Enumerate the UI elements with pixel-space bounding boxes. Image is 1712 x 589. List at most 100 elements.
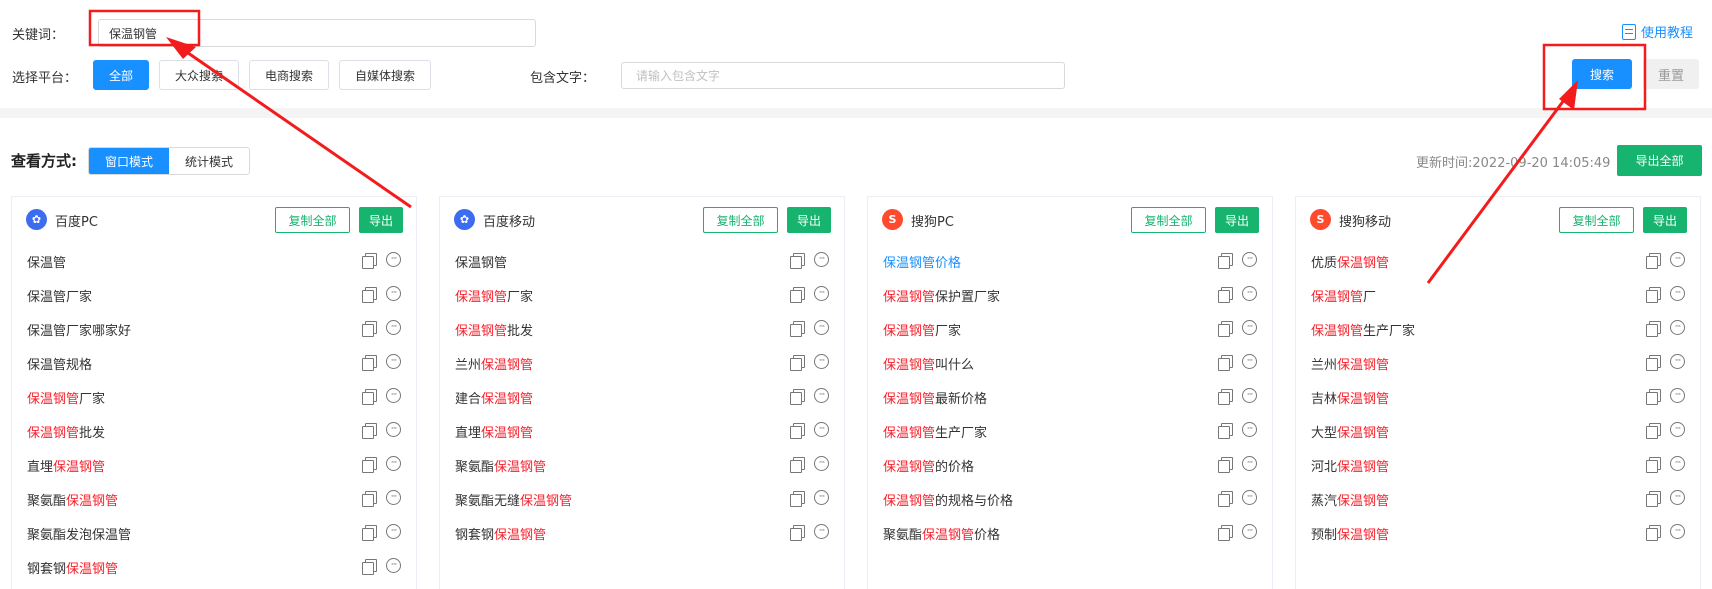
more-options-icon[interactable]: ··· (1670, 456, 1685, 471)
copy-icon[interactable] (362, 389, 377, 405)
more-options-icon[interactable]: ··· (814, 422, 829, 437)
more-options-icon[interactable]: ··· (1242, 524, 1257, 539)
more-options-icon[interactable]: ··· (1670, 286, 1685, 301)
copy-icon[interactable] (362, 355, 377, 371)
keyword-input[interactable]: 保温钢管 (98, 19, 536, 47)
copy-icon[interactable] (790, 287, 805, 303)
copy-icon[interactable] (790, 491, 805, 507)
copy-icon[interactable] (790, 253, 805, 269)
more-options-icon[interactable]: ··· (1670, 490, 1685, 505)
more-options-icon[interactable]: ··· (386, 354, 401, 369)
copy-icon[interactable] (1646, 321, 1661, 337)
copy-icon[interactable] (1646, 355, 1661, 371)
copy-icon[interactable] (1646, 287, 1661, 303)
platform-option-all[interactable]: 全部 (93, 60, 149, 90)
copy-icon[interactable] (1646, 253, 1661, 269)
more-options-icon[interactable]: ··· (814, 456, 829, 471)
view-mode-window[interactable]: 窗口模式 (89, 148, 170, 174)
copy-all-button[interactable]: 复制全部 (1559, 207, 1634, 233)
copy-icon[interactable] (362, 559, 377, 575)
copy-icon[interactable] (790, 321, 805, 337)
more-options-icon[interactable]: ··· (386, 558, 401, 573)
panel-header: S 搜狗移动 复制全部 导出 (1296, 197, 1700, 243)
include-text-input[interactable]: 请输入包含文字 (621, 62, 1065, 89)
more-options-icon[interactable]: ··· (386, 422, 401, 437)
more-options-icon[interactable]: ··· (1242, 286, 1257, 301)
copy-icon[interactable] (1646, 423, 1661, 439)
export-button[interactable]: 导出 (787, 207, 831, 233)
more-options-icon[interactable]: ··· (1670, 422, 1685, 437)
copy-icon[interactable] (790, 355, 805, 371)
more-options-icon[interactable]: ··· (1670, 388, 1685, 403)
copy-icon[interactable] (1218, 525, 1233, 541)
keyword-highlight: 保温钢管 (1311, 324, 1364, 339)
keyword-text[interactable]: 保温钢管价格 (883, 252, 961, 271)
more-options-icon[interactable]: ··· (814, 490, 829, 505)
more-options-icon[interactable]: ··· (814, 354, 829, 369)
copy-all-button[interactable]: 复制全部 (703, 207, 778, 233)
export-button[interactable]: 导出 (359, 207, 403, 233)
copy-icon[interactable] (1218, 457, 1233, 473)
more-options-icon[interactable]: ··· (1670, 354, 1685, 369)
more-options-icon[interactable]: ··· (814, 388, 829, 403)
more-options-icon[interactable]: ··· (814, 320, 829, 335)
copy-icon[interactable] (1218, 253, 1233, 269)
more-options-icon[interactable]: ··· (1242, 456, 1257, 471)
more-options-icon[interactable]: ··· (814, 524, 829, 539)
export-button[interactable]: 导出 (1215, 207, 1259, 233)
copy-icon[interactable] (362, 491, 377, 507)
more-options-icon[interactable]: ··· (386, 456, 401, 471)
copy-icon[interactable] (1646, 457, 1661, 473)
copy-icon[interactable] (790, 525, 805, 541)
copy-icon[interactable] (1218, 321, 1233, 337)
reset-button[interactable]: 重置 (1643, 59, 1699, 89)
keyword-row: 保温钢管批发 ··· (12, 413, 416, 447)
search-button[interactable]: 搜索 (1572, 59, 1632, 89)
more-options-icon[interactable]: ··· (1670, 320, 1685, 335)
copy-all-button[interactable]: 复制全部 (275, 207, 350, 233)
copy-icon[interactable] (1218, 389, 1233, 405)
copy-icon[interactable] (1646, 491, 1661, 507)
more-options-icon[interactable]: ··· (1242, 490, 1257, 505)
more-options-icon[interactable]: ··· (1242, 320, 1257, 335)
more-options-icon[interactable]: ··· (386, 286, 401, 301)
more-options-icon[interactable]: ··· (386, 252, 401, 267)
platform-option-ecommerce-search[interactable]: 电商搜索 (249, 60, 329, 90)
copy-icon[interactable] (1218, 355, 1233, 371)
copy-icon[interactable] (1218, 491, 1233, 507)
more-options-icon[interactable]: ··· (1670, 524, 1685, 539)
more-options-icon[interactable]: ··· (386, 388, 401, 403)
platform-option-mass-search[interactable]: 大众搜索 (159, 60, 239, 90)
more-options-icon[interactable]: ··· (386, 490, 401, 505)
more-options-icon[interactable]: ··· (1242, 422, 1257, 437)
export-button[interactable]: 导出 (1643, 207, 1687, 233)
copy-icon[interactable] (362, 287, 377, 303)
more-options-icon[interactable]: ··· (386, 320, 401, 335)
export-all-button[interactable]: 导出全部 (1617, 145, 1702, 176)
copy-all-button[interactable]: 复制全部 (1131, 207, 1206, 233)
copy-icon[interactable] (1646, 389, 1661, 405)
copy-icon[interactable] (362, 423, 377, 439)
more-options-icon[interactable]: ··· (814, 252, 829, 267)
more-options-icon[interactable]: ··· (1670, 252, 1685, 267)
tutorial-link[interactable]: 使用教程 (1622, 22, 1693, 41)
copy-icon[interactable] (362, 253, 377, 269)
copy-icon[interactable] (1646, 525, 1661, 541)
copy-icon[interactable] (1218, 287, 1233, 303)
keyword-row: 聚氨酯发泡保温管 ··· (12, 515, 416, 549)
platform-option-selfmedia-search[interactable]: 自媒体搜索 (339, 60, 431, 90)
copy-icon[interactable] (362, 321, 377, 337)
copy-icon[interactable] (362, 457, 377, 473)
keyword-text: 保温钢管的规格与价格 (883, 490, 1013, 509)
copy-icon[interactable] (790, 389, 805, 405)
more-options-icon[interactable]: ··· (814, 286, 829, 301)
copy-icon[interactable] (1218, 423, 1233, 439)
copy-icon[interactable] (362, 525, 377, 541)
more-options-icon[interactable]: ··· (1242, 388, 1257, 403)
more-options-icon[interactable]: ··· (1242, 252, 1257, 267)
copy-icon[interactable] (790, 423, 805, 439)
more-options-icon[interactable]: ··· (386, 524, 401, 539)
copy-icon[interactable] (790, 457, 805, 473)
view-mode-statistics[interactable]: 统计模式 (169, 148, 250, 174)
more-options-icon[interactable]: ··· (1242, 354, 1257, 369)
